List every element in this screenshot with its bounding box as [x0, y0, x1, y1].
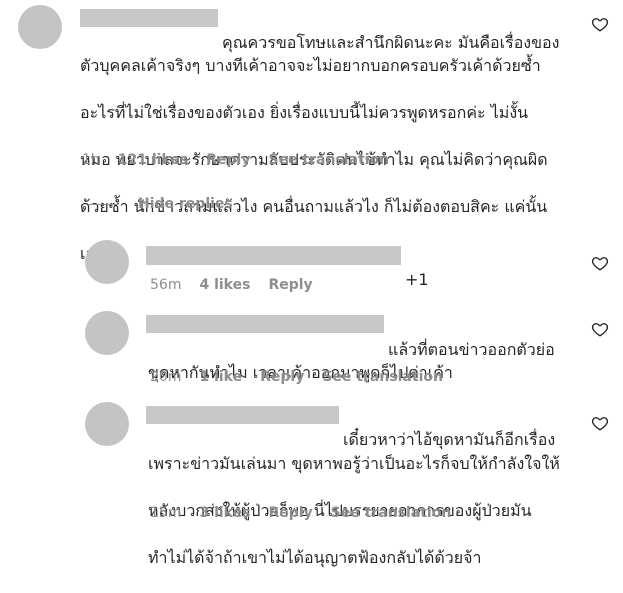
- reply-meta: 20m 1 like Reply See translation: [150, 369, 443, 385]
- avatar[interactable]: [18, 5, 62, 49]
- like-heart-icon[interactable]: [591, 254, 609, 272]
- reply-meta: 56m 4 likes Reply: [150, 277, 313, 293]
- redacted-username: [146, 246, 401, 265]
- reply-time[interactable]: 56m: [150, 277, 181, 293]
- reply-button[interactable]: Reply: [206, 152, 250, 168]
- comment-time[interactable]: 1h: [82, 152, 100, 168]
- see-translation-button[interactable]: See translation: [322, 369, 443, 385]
- reply-button[interactable]: Reply: [268, 505, 312, 521]
- comment-meta: 1h 121 likes Reply See translation: [82, 152, 389, 168]
- divider-line: [88, 203, 118, 205]
- redacted-username: [146, 406, 339, 424]
- like-heart-icon[interactable]: [591, 320, 609, 338]
- comment-line: อะไรที่ไม่ใช่เรื่องของตัวเอง ยิ่งเรื่องแ…: [80, 102, 529, 122]
- see-translation-button[interactable]: See translation: [331, 505, 452, 521]
- avatar[interactable]: [85, 240, 129, 284]
- likes-count[interactable]: 4 likes: [199, 277, 250, 293]
- avatar[interactable]: [85, 311, 129, 355]
- see-translation-button[interactable]: See translation: [268, 152, 389, 168]
- like-heart-icon[interactable]: [591, 15, 609, 33]
- like-heart-icon[interactable]: [591, 414, 609, 432]
- redacted-username: [80, 9, 218, 27]
- reply-meta: 15m 3 likes Reply See translation: [150, 505, 451, 521]
- hide-replies-button[interactable]: Hide replies: [88, 196, 233, 212]
- reply-line: เพราะข่าวมันเล่นมา ขุดหาพอรู้ว่าเป็นอะไร…: [148, 453, 560, 473]
- reply-time[interactable]: 15m: [150, 505, 181, 521]
- likes-count[interactable]: 1 like: [199, 369, 242, 385]
- likes-count[interactable]: 121 likes: [118, 152, 188, 168]
- comment-line: ตัวบุคคลเค้าจริงๆ บางทีเค้าอาจจะไม่อยากบ…: [80, 55, 541, 75]
- redacted-username: [146, 315, 384, 333]
- avatar[interactable]: [85, 402, 129, 446]
- reply-time[interactable]: 20m: [150, 369, 181, 385]
- reply-line: +1: [405, 269, 429, 289]
- reply-text: +1: [405, 244, 429, 291]
- hide-replies-label: Hide replies: [138, 196, 233, 212]
- reply-button[interactable]: Reply: [268, 277, 312, 293]
- reply-button[interactable]: Reply: [260, 369, 304, 385]
- reply-line: ทำไม่ได้จ้าถ้าเขาไม่ได้อนุญาตฟ้องกลับได้…: [148, 547, 482, 567]
- likes-count[interactable]: 3 likes: [199, 505, 250, 521]
